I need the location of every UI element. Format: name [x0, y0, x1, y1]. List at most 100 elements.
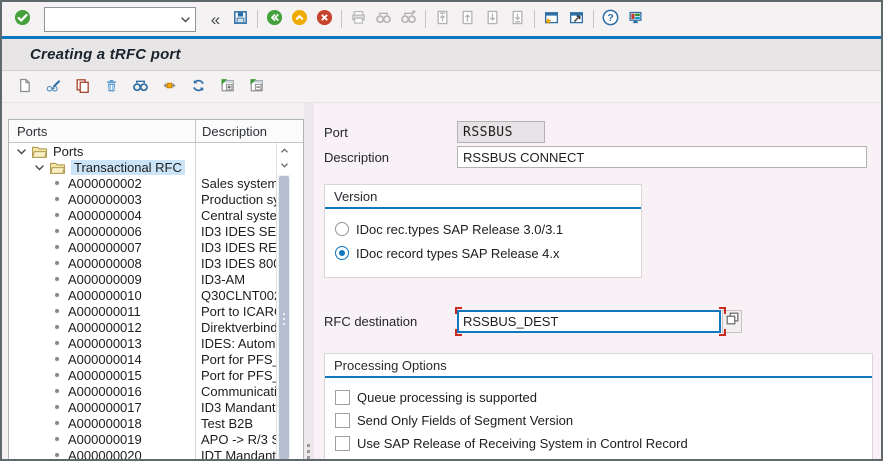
tree-row-transactional-rfc[interactable]: Transactional RFC	[9, 159, 276, 175]
page-down-button[interactable]	[480, 6, 505, 33]
ports-tree-panel: Ports Description PortsTransactional RFC…	[8, 119, 304, 461]
exit-button[interactable]	[287, 6, 312, 33]
expand-all-icon	[219, 77, 236, 97]
tree-item[interactable]: A000000003Production syste	[9, 191, 276, 207]
tree-item[interactable]: A000000016Communication	[9, 383, 276, 399]
new-session-button[interactable]	[539, 6, 564, 33]
version-radio-option-1[interactable]: IDoc rec.types SAP Release 3.0/3.1	[335, 217, 631, 241]
page-title: Creating a tRFC port	[30, 46, 181, 63]
scrollbar-track[interactable]	[278, 175, 290, 460]
tree-column-ports: Ports	[9, 120, 195, 142]
page-down-icon	[484, 9, 501, 29]
find-button[interactable]	[371, 6, 396, 33]
create-shortcut-button[interactable]	[564, 6, 589, 33]
checkbox-icon[interactable]	[335, 413, 350, 428]
scroll-down-icon[interactable]	[277, 158, 291, 173]
chevron-down-icon[interactable]	[175, 13, 195, 26]
tree-item[interactable]: A000000013IDES: Automotiv	[9, 335, 276, 351]
tree-column-description: Description	[195, 120, 303, 142]
tree-item[interactable]: A000000020IDT Mandant 80	[9, 447, 276, 460]
rfc-destination-field[interactable]: RSSBUS_DEST	[457, 310, 721, 333]
create-button[interactable]	[12, 73, 37, 100]
processing-option-2[interactable]: Send Only Fields of Segment Version	[335, 409, 862, 432]
page-up-button[interactable]	[455, 6, 480, 33]
binoculars-blue-icon	[132, 77, 149, 97]
customize-layout-button[interactable]	[623, 6, 648, 33]
tree-item[interactable]: A000000018Test B2B	[9, 415, 276, 431]
expander-chevron-icon[interactable]	[15, 144, 29, 158]
tree-row-ports-root[interactable]: Ports	[9, 143, 276, 159]
radio-button-icon[interactable]	[335, 246, 349, 260]
tree-item[interactable]: A000000004Central system	[9, 207, 276, 223]
bullet-icon	[55, 421, 59, 425]
back-button[interactable]	[262, 6, 287, 33]
print-button[interactable]	[346, 6, 371, 33]
title-bar: Creating a tRFC port	[2, 39, 881, 71]
checkbox-icon[interactable]	[335, 390, 350, 405]
cancel-button[interactable]	[312, 6, 337, 33]
collapse-all-button[interactable]	[244, 73, 269, 100]
collapse-command-field-icon: «	[211, 11, 220, 28]
find-button[interactable]	[128, 73, 153, 100]
splitter-grip-icon[interactable]	[307, 444, 310, 447]
refresh-button[interactable]	[186, 73, 211, 100]
display-change-button[interactable]	[41, 73, 66, 100]
processing-option-3[interactable]: Use SAP Release of Receiving System in C…	[335, 432, 862, 455]
last-page-button[interactable]	[505, 6, 530, 33]
tree-item[interactable]: A000000006ID3 IDES SENDE	[9, 223, 276, 239]
processing-options-groupbox: Processing Options Queue processing is s…	[324, 353, 873, 461]
tree-item[interactable]: A000000014Port for PFS_ID	[9, 351, 276, 367]
tree-item[interactable]: A000000011Port to ICARO_I	[9, 303, 276, 319]
tree-item-description: ID3 Mandant 80	[195, 400, 276, 415]
tree-item[interactable]: A000000012Direktverbindung	[9, 319, 276, 335]
tree-item[interactable]: A000000009ID3-AM	[9, 271, 276, 287]
command-field[interactable]	[44, 7, 196, 32]
tree-item[interactable]: A000000008ID3 IDES 800	[9, 255, 276, 271]
delete-button[interactable]	[99, 73, 124, 100]
bullet-icon	[55, 325, 59, 329]
expand-all-button[interactable]	[215, 73, 240, 100]
port-label: Port	[324, 125, 457, 140]
tree-item[interactable]: A000000017ID3 Mandant 80	[9, 399, 276, 415]
port-field[interactable]: RSSBUS	[457, 121, 545, 143]
tree-item[interactable]: A000000002Sales system	[9, 175, 276, 191]
select-block-button[interactable]	[157, 73, 182, 100]
radio-label: IDoc record types SAP Release 4.x	[356, 246, 560, 261]
version-radio-option-2[interactable]: IDoc record types SAP Release 4.x	[335, 241, 631, 265]
bullet-icon	[55, 357, 59, 361]
tree-header: Ports Description	[9, 120, 303, 143]
processing-option-1[interactable]: Queue processing is supported	[335, 386, 862, 409]
tree-item[interactable]: A000000015Port for PFS_ID	[9, 367, 276, 383]
scroll-up-icon[interactable]	[277, 143, 291, 158]
expander-chevron-icon[interactable]	[33, 160, 47, 174]
command-input[interactable]	[45, 8, 175, 31]
checkbox-icon[interactable]	[335, 436, 350, 451]
copy-button[interactable]	[70, 73, 95, 100]
description-field[interactable]: RSSBUS CONNECT	[457, 146, 867, 168]
port-name: A000000014	[68, 352, 142, 367]
shortcut-icon	[568, 9, 585, 29]
tree-item[interactable]: A000000007ID3 IDES REC 80	[9, 239, 276, 255]
panel-splitter[interactable]	[304, 103, 314, 461]
help-button[interactable]: ?	[598, 6, 623, 33]
first-page-button[interactable]	[430, 6, 455, 33]
tree-body: PortsTransactional RFCA000000002Sales sy…	[9, 143, 303, 460]
radio-button-icon[interactable]	[335, 222, 349, 236]
tree-item[interactable]: A000000019APO -> R/3 Sch	[9, 431, 276, 447]
collapse-command-field-button[interactable]: «	[203, 6, 228, 33]
enter-button[interactable]	[10, 6, 35, 33]
application-toolbar	[2, 71, 881, 103]
save-button[interactable]	[228, 6, 253, 33]
bullet-icon	[55, 181, 59, 185]
tree-item-description: ID3-AM	[195, 272, 276, 287]
print-icon	[350, 9, 367, 29]
find-next-button[interactable]	[396, 6, 421, 33]
delete-icon	[103, 77, 120, 97]
scrollbar-thumb[interactable]	[279, 176, 289, 459]
tree-item-description: Production syste	[195, 192, 276, 207]
page-first-icon	[434, 9, 451, 29]
tree-scrollbar[interactable]	[276, 143, 291, 460]
tree-item[interactable]: A000000010Q30CLNT002	[9, 287, 276, 303]
refresh-icon	[190, 77, 207, 97]
bullet-icon	[55, 197, 59, 201]
